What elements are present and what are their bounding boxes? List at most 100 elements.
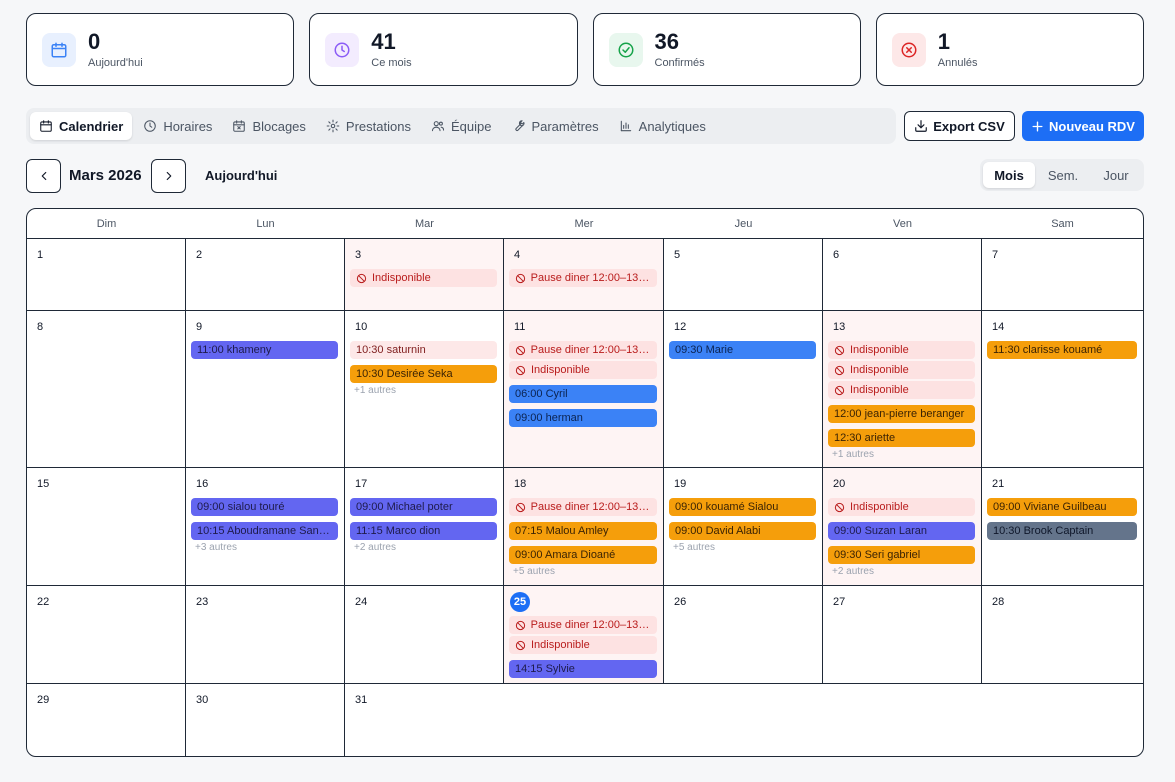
appointment-event[interactable]: 10:15 Aboudramane Sanogo	[191, 522, 338, 540]
blocked-slot[interactable]: Indisponible	[828, 341, 975, 359]
calendar-week-row: 8 9 11:00 khameny 10 10:30 saturnin 10:30 Des…	[27, 311, 1143, 468]
tab-horaires[interactable]: Horaires	[134, 112, 221, 140]
appointment-event[interactable]: 11:30 clarisse kouamé	[987, 341, 1137, 359]
appointment-event[interactable]: 12:00 jean-pierre beranger	[828, 405, 975, 423]
calendar-day-cell[interactable]: 3 Indisponible	[345, 239, 504, 310]
calendar-day-cell[interactable]: 22	[27, 586, 186, 683]
day-events: 11:30 clarisse kouamé	[987, 341, 1137, 365]
view-day-button[interactable]: Jour	[1091, 162, 1141, 188]
calendar-day-cell[interactable]: 17 09:00 Michael poter 11:15 Marco dion +2 …	[345, 468, 504, 585]
calendar-day-cell[interactable]: 23	[186, 586, 345, 683]
more-events-link[interactable]: +1 autres	[828, 449, 975, 460]
day-number: 15	[37, 478, 50, 490]
appointment-event[interactable]: 09:00 herman	[509, 409, 657, 427]
calendar-day-cell[interactable]: 5	[664, 239, 823, 310]
chevron-left-icon	[37, 169, 51, 183]
calendar-day-cell[interactable]: 15	[27, 468, 186, 585]
calendar-day-cell[interactable]: 26	[664, 586, 823, 683]
calendar-day-cell[interactable]: 30	[186, 684, 345, 756]
appointment-event[interactable]: 12:30 ariette	[828, 429, 975, 447]
appointment-event[interactable]: 10:30 saturnin	[350, 341, 497, 359]
appointment-event[interactable]: 11:00 khameny	[191, 341, 338, 359]
calendar-day-cell[interactable]: 10 10:30 saturnin 10:30 Desirée Seka +1 aut…	[345, 311, 504, 467]
appointment-event[interactable]: 09:00 Viviane Guilbeau	[987, 498, 1137, 516]
calendar-day-cell[interactable]: 28	[982, 586, 1143, 683]
day-number: 24	[355, 596, 368, 608]
calendar-icon	[39, 119, 59, 133]
appointment-event[interactable]: 11:15 Marco dion	[350, 522, 497, 540]
more-events-link[interactable]: +5 autres	[669, 542, 816, 553]
blocked-slot[interactable]: Indisponible	[350, 269, 497, 287]
calendar-day-cell[interactable]: 14 11:30 clarisse kouamé	[982, 311, 1143, 467]
next-month-button[interactable]	[151, 159, 186, 193]
calendar-day-cell[interactable]: 18 Pause diner 12:00–13:00 07:15 Malou Aml…	[504, 468, 664, 585]
view-month-button[interactable]: Mois	[983, 162, 1035, 188]
calendar-day-cell[interactable]: 8	[27, 311, 186, 467]
appointment-event[interactable]: 07:15 Malou Amley	[509, 522, 657, 540]
blocked-slot[interactable]: Indisponible	[828, 381, 975, 399]
blocked-slot[interactable]: Pause diner 12:00–13:00	[509, 498, 657, 516]
more-events-link[interactable]: +1 autres	[350, 385, 497, 396]
view-week-button[interactable]: Sem.	[1035, 162, 1091, 188]
appointment-event[interactable]: 09:00 Suzan Laran	[828, 522, 975, 540]
calendar-day-cell[interactable]: 1	[27, 239, 186, 310]
more-events-link[interactable]: +5 autres	[509, 566, 657, 577]
tab-analytiques[interactable]: Analytiques	[610, 112, 715, 140]
calendar-day-cell[interactable]: 7	[982, 239, 1143, 310]
calendar-day-cell[interactable]: 6	[823, 239, 982, 310]
appointment-event[interactable]: 09:30 Seri gabriel	[828, 546, 975, 564]
calendar-day-cell[interactable]: 27	[823, 586, 982, 683]
blocked-slot[interactable]: Pause diner 12:00–13:00	[509, 341, 657, 359]
more-events-link[interactable]: +3 autres	[191, 542, 338, 553]
calendar-day-cell[interactable]: 4 Pause diner 12:00–13:00	[504, 239, 664, 310]
appointment-event[interactable]: 06:00 Cyril	[509, 385, 657, 403]
calendar-day-cell[interactable]: 20 Indisponible 09:00 Suzan Laran 09:30 Ser…	[823, 468, 982, 585]
blocked-slot[interactable]: Indisponible	[509, 361, 657, 379]
blocked-slot[interactable]: Indisponible	[828, 498, 975, 516]
day-number: 26	[674, 596, 687, 608]
today-button[interactable]: Aujourd'hui	[205, 168, 277, 183]
more-events-link[interactable]: +2 autres	[828, 566, 975, 577]
calendar-day-cell[interactable]: 2	[186, 239, 345, 310]
appointment-event[interactable]: 10:30 Brook Captain	[987, 522, 1137, 540]
tab-prestations[interactable]: Prestations	[317, 112, 420, 140]
appointment-event[interactable]: 09:00 kouamé Sialou	[669, 498, 816, 516]
calendar-day-cell[interactable]: 9 11:00 khameny	[186, 311, 345, 467]
calendar-day-cell[interactable]: 19 09:00 kouamé Sialou 09:00 David Alabi +5…	[664, 468, 823, 585]
tab-equipe[interactable]: Équipe	[422, 112, 500, 140]
appointment-event[interactable]: 14:15 Sylvie	[509, 660, 657, 678]
calendar-day-cell[interactable]: 11 Pause diner 12:00–13:00 Indisponible 06:…	[504, 311, 664, 467]
day-events: Pause diner 12:00–13:00 07:15 Malou Amley…	[509, 498, 657, 577]
day-number: 22	[37, 596, 50, 608]
calendar-day-cell[interactable]: 24	[345, 586, 504, 683]
blocked-slot[interactable]: Pause diner 12:00–13:00	[509, 269, 657, 287]
prev-month-button[interactable]	[26, 159, 61, 193]
calendar-day-cell[interactable]: 31	[345, 684, 504, 756]
tab-parametres[interactable]: Paramètres	[502, 112, 607, 140]
more-events-link[interactable]: +2 autres	[350, 542, 497, 553]
calendar-day-cell[interactable]: 21 09:00 Viviane Guilbeau 10:30 Brook Capt…	[982, 468, 1143, 585]
blocked-slot[interactable]: Pause diner 12:00–13:00	[509, 616, 657, 634]
calendar-day-cell[interactable]: 13 Indisponible Indisponible Indisponible 12…	[823, 311, 982, 467]
wrench-icon	[511, 119, 531, 133]
weekday-label: Dim	[96, 217, 117, 230]
calendar-day-cell[interactable]: 16 09:00 sialou touré 10:15 Aboudramane Sa…	[186, 468, 345, 585]
appointment-event[interactable]: 09:00 sialou touré	[191, 498, 338, 516]
plus-icon	[1031, 120, 1049, 133]
blocked-slot[interactable]: Indisponible	[828, 361, 975, 379]
appointment-event[interactable]: 09:30 Marie	[669, 341, 816, 359]
calendar-day-cell[interactable]: 12 09:30 Marie	[664, 311, 823, 467]
appointment-event[interactable]: 10:30 Desirée Seka	[350, 365, 497, 383]
calendar-day-cell[interactable]: 25 Pause diner 12:00–13:00 Indisponible 14:…	[504, 586, 664, 683]
appointment-event[interactable]: 09:00 David Alabi	[669, 522, 816, 540]
appointment-event[interactable]: 09:00 Amara Dioané	[509, 546, 657, 564]
appointment-event[interactable]: 09:00 Michael poter	[350, 498, 497, 516]
blocked-slot-label: Indisponible	[372, 272, 431, 284]
tab-calendrier[interactable]: Calendrier	[30, 112, 133, 140]
blocked-slot[interactable]: Indisponible	[509, 636, 657, 654]
day-number: 13	[833, 321, 846, 333]
new-appointment-button[interactable]: Nouveau RDV	[1022, 111, 1144, 141]
tab-blocages[interactable]: Blocages	[223, 112, 314, 140]
calendar-day-cell[interactable]: 29	[27, 684, 186, 756]
export-csv-button[interactable]: Export CSV	[904, 111, 1015, 141]
